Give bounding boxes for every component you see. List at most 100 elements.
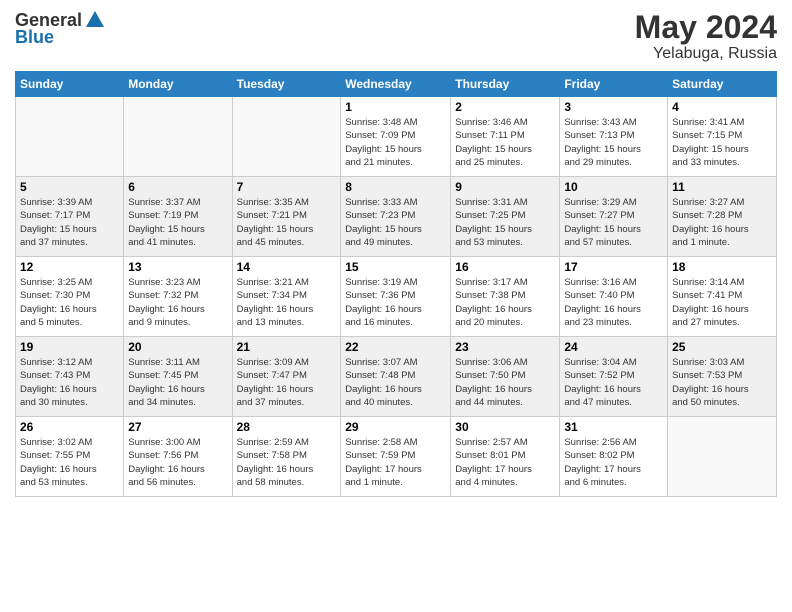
day-info: Sunrise: 2:59 AM Sunset: 7:58 PM Dayligh… xyxy=(237,436,337,489)
day-number: 15 xyxy=(345,260,446,274)
location-title: Yelabuga, Russia xyxy=(635,45,777,63)
day-info: Sunrise: 3:31 AM Sunset: 7:25 PM Dayligh… xyxy=(455,196,555,249)
calendar-cell: 21 Sunrise: 3:09 AM Sunset: 7:47 PM Dayli… xyxy=(232,337,341,417)
day-number: 14 xyxy=(237,260,337,274)
day-info: Sunrise: 2:57 AM Sunset: 8:01 PM Dayligh… xyxy=(455,436,555,489)
day-info: Sunrise: 3:09 AM Sunset: 7:47 PM Dayligh… xyxy=(237,356,337,409)
day-info: Sunrise: 2:58 AM Sunset: 7:59 PM Dayligh… xyxy=(345,436,446,489)
day-number: 3 xyxy=(564,100,663,114)
day-info: Sunrise: 3:29 AM Sunset: 7:27 PM Dayligh… xyxy=(564,196,663,249)
calendar-cell: 30 Sunrise: 2:57 AM Sunset: 8:01 PM Dayli… xyxy=(451,417,560,497)
calendar-cell: 12Sunrise: 3:25 AM Sunset: 7:30 PM Dayli… xyxy=(16,257,124,337)
calendar-cell: 31 Sunrise: 2:56 AM Sunset: 8:02 PM Dayli… xyxy=(560,417,668,497)
day-number: 22 xyxy=(345,340,446,354)
day-number: 23 xyxy=(455,340,555,354)
calendar-cell: 2Sunrise: 3:46 AM Sunset: 7:11 PM Daylig… xyxy=(451,97,560,177)
calendar-cell: 9 Sunrise: 3:31 AM Sunset: 7:25 PM Daylig… xyxy=(451,177,560,257)
calendar-cell: 19 Sunrise: 3:12 AM Sunset: 7:43 PM Dayli… xyxy=(16,337,124,417)
day-info: Sunrise: 3:07 AM Sunset: 7:48 PM Dayligh… xyxy=(345,356,446,409)
day-number: 20 xyxy=(128,340,227,354)
day-number: 30 xyxy=(455,420,555,434)
day-number: 1 xyxy=(345,100,446,114)
day-number: 12 xyxy=(20,260,119,274)
calendar-cell: 29 Sunrise: 2:58 AM Sunset: 7:59 PM Dayli… xyxy=(341,417,451,497)
calendar-cell xyxy=(16,97,124,177)
day-number: 8 xyxy=(345,180,446,194)
day-number: 17 xyxy=(564,260,663,274)
logo-icon xyxy=(84,9,106,31)
day-number: 5 xyxy=(20,180,119,194)
day-number: 10 xyxy=(564,180,663,194)
day-info: Sunrise: 3:23 AM Sunset: 7:32 PM Dayligh… xyxy=(128,276,227,329)
day-number: 6 xyxy=(128,180,227,194)
calendar-cell: 8 Sunrise: 3:33 AM Sunset: 7:23 PM Daylig… xyxy=(341,177,451,257)
calendar-cell: 18Sunrise: 3:14 AM Sunset: 7:41 PM Dayli… xyxy=(668,257,777,337)
day-number: 7 xyxy=(237,180,337,194)
calendar-cell: 26 Sunrise: 3:02 AM Sunset: 7:55 PM Dayli… xyxy=(16,417,124,497)
day-info: Sunrise: 3:35 AM Sunset: 7:21 PM Dayligh… xyxy=(237,196,337,249)
day-info: Sunrise: 3:41 AM Sunset: 7:15 PM Dayligh… xyxy=(672,116,772,169)
day-number: 24 xyxy=(564,340,663,354)
calendar-cell: 24Sunrise: 3:04 AM Sunset: 7:52 PM Dayli… xyxy=(560,337,668,417)
month-title: May 2024 xyxy=(635,10,777,45)
day-info: Sunrise: 3:21 AM Sunset: 7:34 PM Dayligh… xyxy=(237,276,337,329)
day-info: Sunrise: 3:12 AM Sunset: 7:43 PM Dayligh… xyxy=(20,356,119,409)
day-info: Sunrise: 3:19 AM Sunset: 7:36 PM Dayligh… xyxy=(345,276,446,329)
day-header-monday: Monday xyxy=(124,72,232,97)
day-info: Sunrise: 3:00 AM Sunset: 7:56 PM Dayligh… xyxy=(128,436,227,489)
calendar-cell xyxy=(232,97,341,177)
day-info: Sunrise: 3:06 AM Sunset: 7:50 PM Dayligh… xyxy=(455,356,555,409)
day-info: Sunrise: 3:43 AM Sunset: 7:13 PM Dayligh… xyxy=(564,116,663,169)
page-container: General Blue May 2024 Yelabuga, Russia S… xyxy=(0,0,792,507)
calendar-cell: 14 Sunrise: 3:21 AM Sunset: 7:34 PM Dayli… xyxy=(232,257,341,337)
day-number: 11 xyxy=(672,180,772,194)
day-number: 27 xyxy=(128,420,227,434)
day-info: Sunrise: 2:56 AM Sunset: 8:02 PM Dayligh… xyxy=(564,436,663,489)
calendar-cell: 13 Sunrise: 3:23 AM Sunset: 7:32 PM Dayli… xyxy=(124,257,232,337)
calendar-cell: 1Sunrise: 3:48 AM Sunset: 7:09 PM Daylig… xyxy=(341,97,451,177)
day-number: 13 xyxy=(128,260,227,274)
header: General Blue May 2024 Yelabuga, Russia xyxy=(15,10,777,63)
calendar-cell: 28 Sunrise: 2:59 AM Sunset: 7:58 PM Dayli… xyxy=(232,417,341,497)
day-header-tuesday: Tuesday xyxy=(232,72,341,97)
day-number: 21 xyxy=(237,340,337,354)
logo: General Blue xyxy=(15,10,106,48)
day-header-wednesday: Wednesday xyxy=(341,72,451,97)
calendar-cell: 22 Sunrise: 3:07 AM Sunset: 7:48 PM Dayli… xyxy=(341,337,451,417)
day-info: Sunrise: 3:02 AM Sunset: 7:55 PM Dayligh… xyxy=(20,436,119,489)
day-number: 9 xyxy=(455,180,555,194)
day-info: Sunrise: 3:46 AM Sunset: 7:11 PM Dayligh… xyxy=(455,116,555,169)
day-number: 31 xyxy=(564,420,663,434)
calendar-cell: 6 Sunrise: 3:37 AM Sunset: 7:19 PM Daylig… xyxy=(124,177,232,257)
calendar-table: SundayMondayTuesdayWednesdayThursdayFrid… xyxy=(15,71,777,497)
day-header-saturday: Saturday xyxy=(668,72,777,97)
calendar-cell: 4 Sunrise: 3:41 AM Sunset: 7:15 PM Daylig… xyxy=(668,97,777,177)
calendar-cell: 5 Sunrise: 3:39 AM Sunset: 7:17 PM Daylig… xyxy=(16,177,124,257)
title-area: May 2024 Yelabuga, Russia xyxy=(635,10,777,63)
day-number: 29 xyxy=(345,420,446,434)
day-header-thursday: Thursday xyxy=(451,72,560,97)
day-number: 19 xyxy=(20,340,119,354)
day-number: 4 xyxy=(672,100,772,114)
calendar-cell: 15 Sunrise: 3:19 AM Sunset: 7:36 PM Dayli… xyxy=(341,257,451,337)
day-info: Sunrise: 3:03 AM Sunset: 7:53 PM Dayligh… xyxy=(672,356,772,409)
calendar-cell: 27 Sunrise: 3:00 AM Sunset: 7:56 PM Dayli… xyxy=(124,417,232,497)
calendar-cell xyxy=(124,97,232,177)
day-number: 26 xyxy=(20,420,119,434)
calendar-cell: 20 Sunrise: 3:11 AM Sunset: 7:45 PM Dayli… xyxy=(124,337,232,417)
calendar-cell: 10 Sunrise: 3:29 AM Sunset: 7:27 PM Dayli… xyxy=(560,177,668,257)
day-info: Sunrise: 3:39 AM Sunset: 7:17 PM Dayligh… xyxy=(20,196,119,249)
day-header-sunday: Sunday xyxy=(16,72,124,97)
day-number: 18 xyxy=(672,260,772,274)
day-info: Sunrise: 3:33 AM Sunset: 7:23 PM Dayligh… xyxy=(345,196,446,249)
calendar-cell: 17 Sunrise: 3:16 AM Sunset: 7:40 PM Dayli… xyxy=(560,257,668,337)
day-info: Sunrise: 3:16 AM Sunset: 7:40 PM Dayligh… xyxy=(564,276,663,329)
day-info: Sunrise: 3:37 AM Sunset: 7:19 PM Dayligh… xyxy=(128,196,227,249)
day-info: Sunrise: 3:11 AM Sunset: 7:45 PM Dayligh… xyxy=(128,356,227,409)
calendar-cell: 23 Sunrise: 3:06 AM Sunset: 7:50 PM Dayli… xyxy=(451,337,560,417)
calendar-cell: 7 Sunrise: 3:35 AM Sunset: 7:21 PM Daylig… xyxy=(232,177,341,257)
calendar-cell: 11 Sunrise: 3:27 AM Sunset: 7:28 PM Dayli… xyxy=(668,177,777,257)
day-number: 28 xyxy=(237,420,337,434)
calendar-cell xyxy=(668,417,777,497)
day-info: Sunrise: 3:27 AM Sunset: 7:28 PM Dayligh… xyxy=(672,196,772,249)
